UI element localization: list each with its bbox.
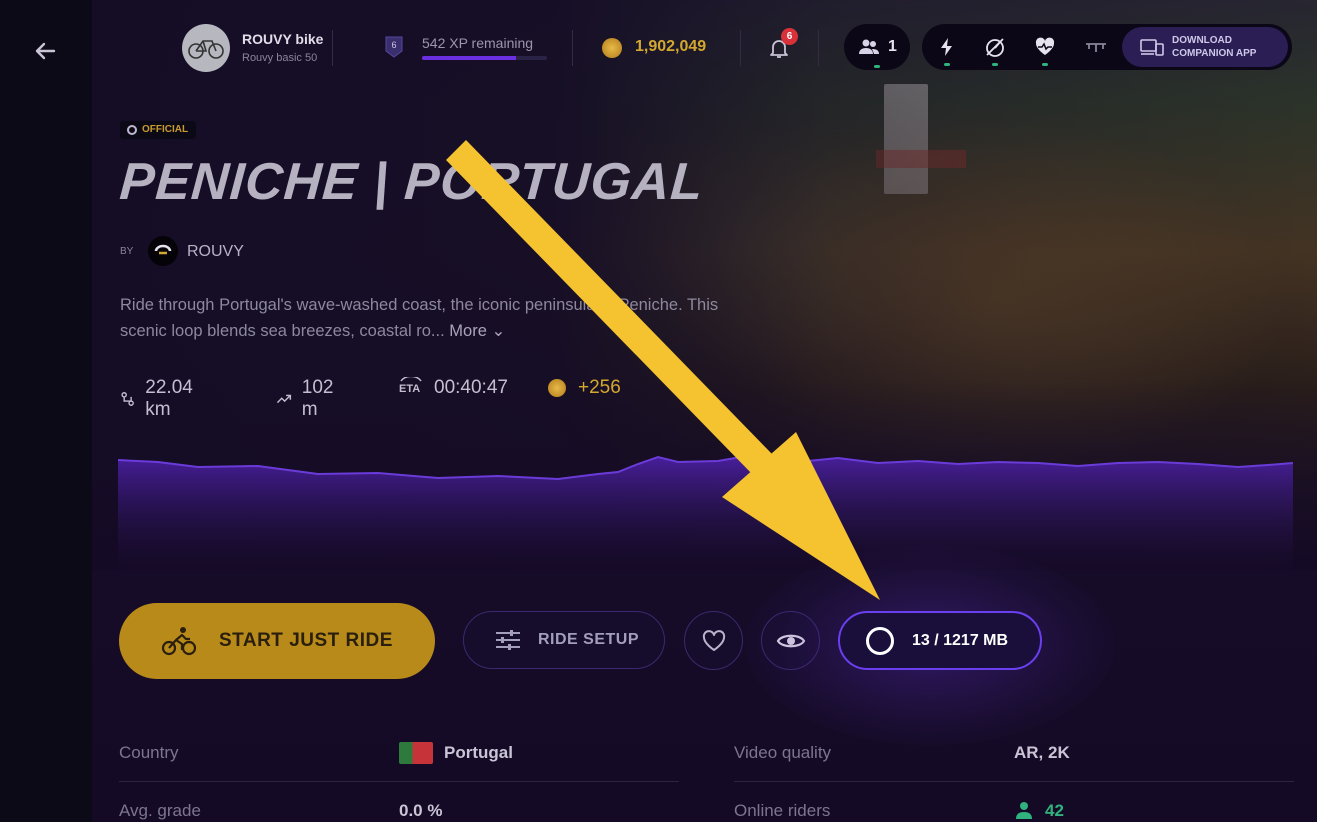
online-riders-value: 42: [1045, 801, 1064, 820]
xp-remaining: 542 XP remaining: [422, 35, 534, 51]
distance-stat: 22.04 km: [120, 377, 200, 421]
ride-setup-button[interactable]: RIDE SETUP: [463, 611, 665, 669]
arrow-left-icon: [35, 42, 56, 60]
divider: [740, 30, 741, 66]
user-icon: [1016, 802, 1032, 819]
power-sensor-button[interactable]: [936, 36, 958, 66]
speedometer-icon: [986, 38, 1004, 57]
route-description: Ride through Portugal's wave-washed coas…: [120, 292, 720, 344]
trending-up-icon: [276, 394, 292, 404]
devices-bar: DOWNLOAD COMPANION APP: [922, 24, 1292, 70]
coin-balance: 1,902,049: [635, 38, 707, 55]
progress-ring-icon: [866, 626, 894, 655]
route-distance-icon: [121, 392, 134, 406]
ride-setup-label: RIDE SETUP: [538, 631, 640, 648]
by-label: BY: [120, 246, 134, 257]
divider: [332, 30, 333, 66]
route-title: PENICHE | PORTUGAL: [117, 153, 706, 211]
official-label: OFFICIAL: [142, 124, 189, 135]
companion-line1: DOWNLOAD: [1172, 35, 1232, 46]
notification-count: 6: [781, 28, 798, 45]
bike-subtitle: Rouvy basic 50: [242, 52, 318, 64]
row-divider: [734, 781, 1294, 782]
eta-icon: ETA: [399, 377, 422, 395]
show-more-link[interactable]: More ⌄: [449, 322, 505, 340]
coin-reward-stat: +256: [548, 377, 621, 399]
lightning-icon: [941, 38, 952, 56]
cyclist-icon: [161, 627, 197, 656]
devices-icon: [1140, 39, 1164, 56]
country-label: Country: [119, 743, 179, 762]
speed-sensor-button[interactable]: [984, 36, 1006, 66]
avg-grade-label: Avg. grade: [119, 801, 201, 820]
handlebar-icon: [1086, 43, 1106, 52]
companion-line2: COMPANION APP: [1172, 48, 1257, 59]
sliders-icon: [496, 630, 520, 650]
row-divider: [119, 781, 679, 782]
top-bar: ROUVY bike Rouvy basic 50 6 542 XP remai…: [92, 0, 1317, 100]
friends-count: 1: [888, 38, 897, 55]
bike-name: ROUVY bike: [242, 31, 324, 47]
author-name[interactable]: ROUVY: [187, 243, 244, 261]
heart-icon: [702, 629, 725, 651]
online-riders-label: Online riders: [734, 801, 831, 820]
favorite-button[interactable]: [684, 611, 743, 670]
elevation-value: 102 m: [301, 377, 334, 420]
avg-grade-value: 0.0 %: [399, 801, 443, 820]
official-badge: OFFICIAL: [120, 121, 197, 139]
heart-rate-button[interactable]: [1034, 36, 1056, 66]
heart-pulse-icon: [1035, 37, 1055, 55]
rouvy-logo-icon: [127, 125, 137, 135]
bike-avatar[interactable]: [182, 24, 230, 72]
start-button-label: START JUST RIDE: [219, 630, 393, 651]
users-icon: [859, 39, 879, 54]
coin-icon: [548, 379, 566, 397]
distance-value: 22.04 km: [145, 377, 193, 420]
level-number: 6: [391, 40, 397, 50]
eta-stat: ETA 00:40:47: [398, 377, 508, 399]
portugal-flag-icon: [399, 742, 433, 764]
coin-reward-value: +256: [578, 377, 621, 398]
svg-text:ETA: ETA: [399, 383, 420, 395]
start-just-ride-button[interactable]: START JUST RIDE: [119, 603, 435, 679]
online-friends-button[interactable]: 1: [844, 24, 910, 70]
video-quality-value: AR, 2K: [1014, 743, 1070, 762]
coin-icon: [602, 38, 622, 58]
country-value: Portugal: [444, 743, 513, 762]
back-button[interactable]: [30, 36, 60, 66]
description-text: Ride through Portugal's wave-washed coas…: [120, 296, 719, 340]
eta-value: 00:40:47: [434, 377, 508, 398]
divider: [818, 30, 819, 66]
trainer-button[interactable]: [1084, 36, 1106, 58]
divider: [572, 30, 573, 66]
download-companion-app-button[interactable]: DOWNLOAD COMPANION APP: [1122, 27, 1288, 67]
left-rail: [0, 0, 92, 822]
level-badge: 6: [384, 35, 404, 59]
bicycle-icon: [188, 40, 224, 59]
download-progress-button[interactable]: 13 / 1217 MB: [838, 611, 1042, 670]
elevation-stat: 102 m: [276, 377, 340, 421]
video-quality-label: Video quality: [734, 743, 832, 762]
elevation-profile: [118, 452, 1293, 578]
author-logo-icon[interactable]: [148, 236, 178, 266]
download-progress-label: 13 / 1217 MB: [912, 631, 1009, 649]
xp-progress-bar: [422, 56, 547, 60]
rouvy-logo-icon: [154, 244, 172, 255]
